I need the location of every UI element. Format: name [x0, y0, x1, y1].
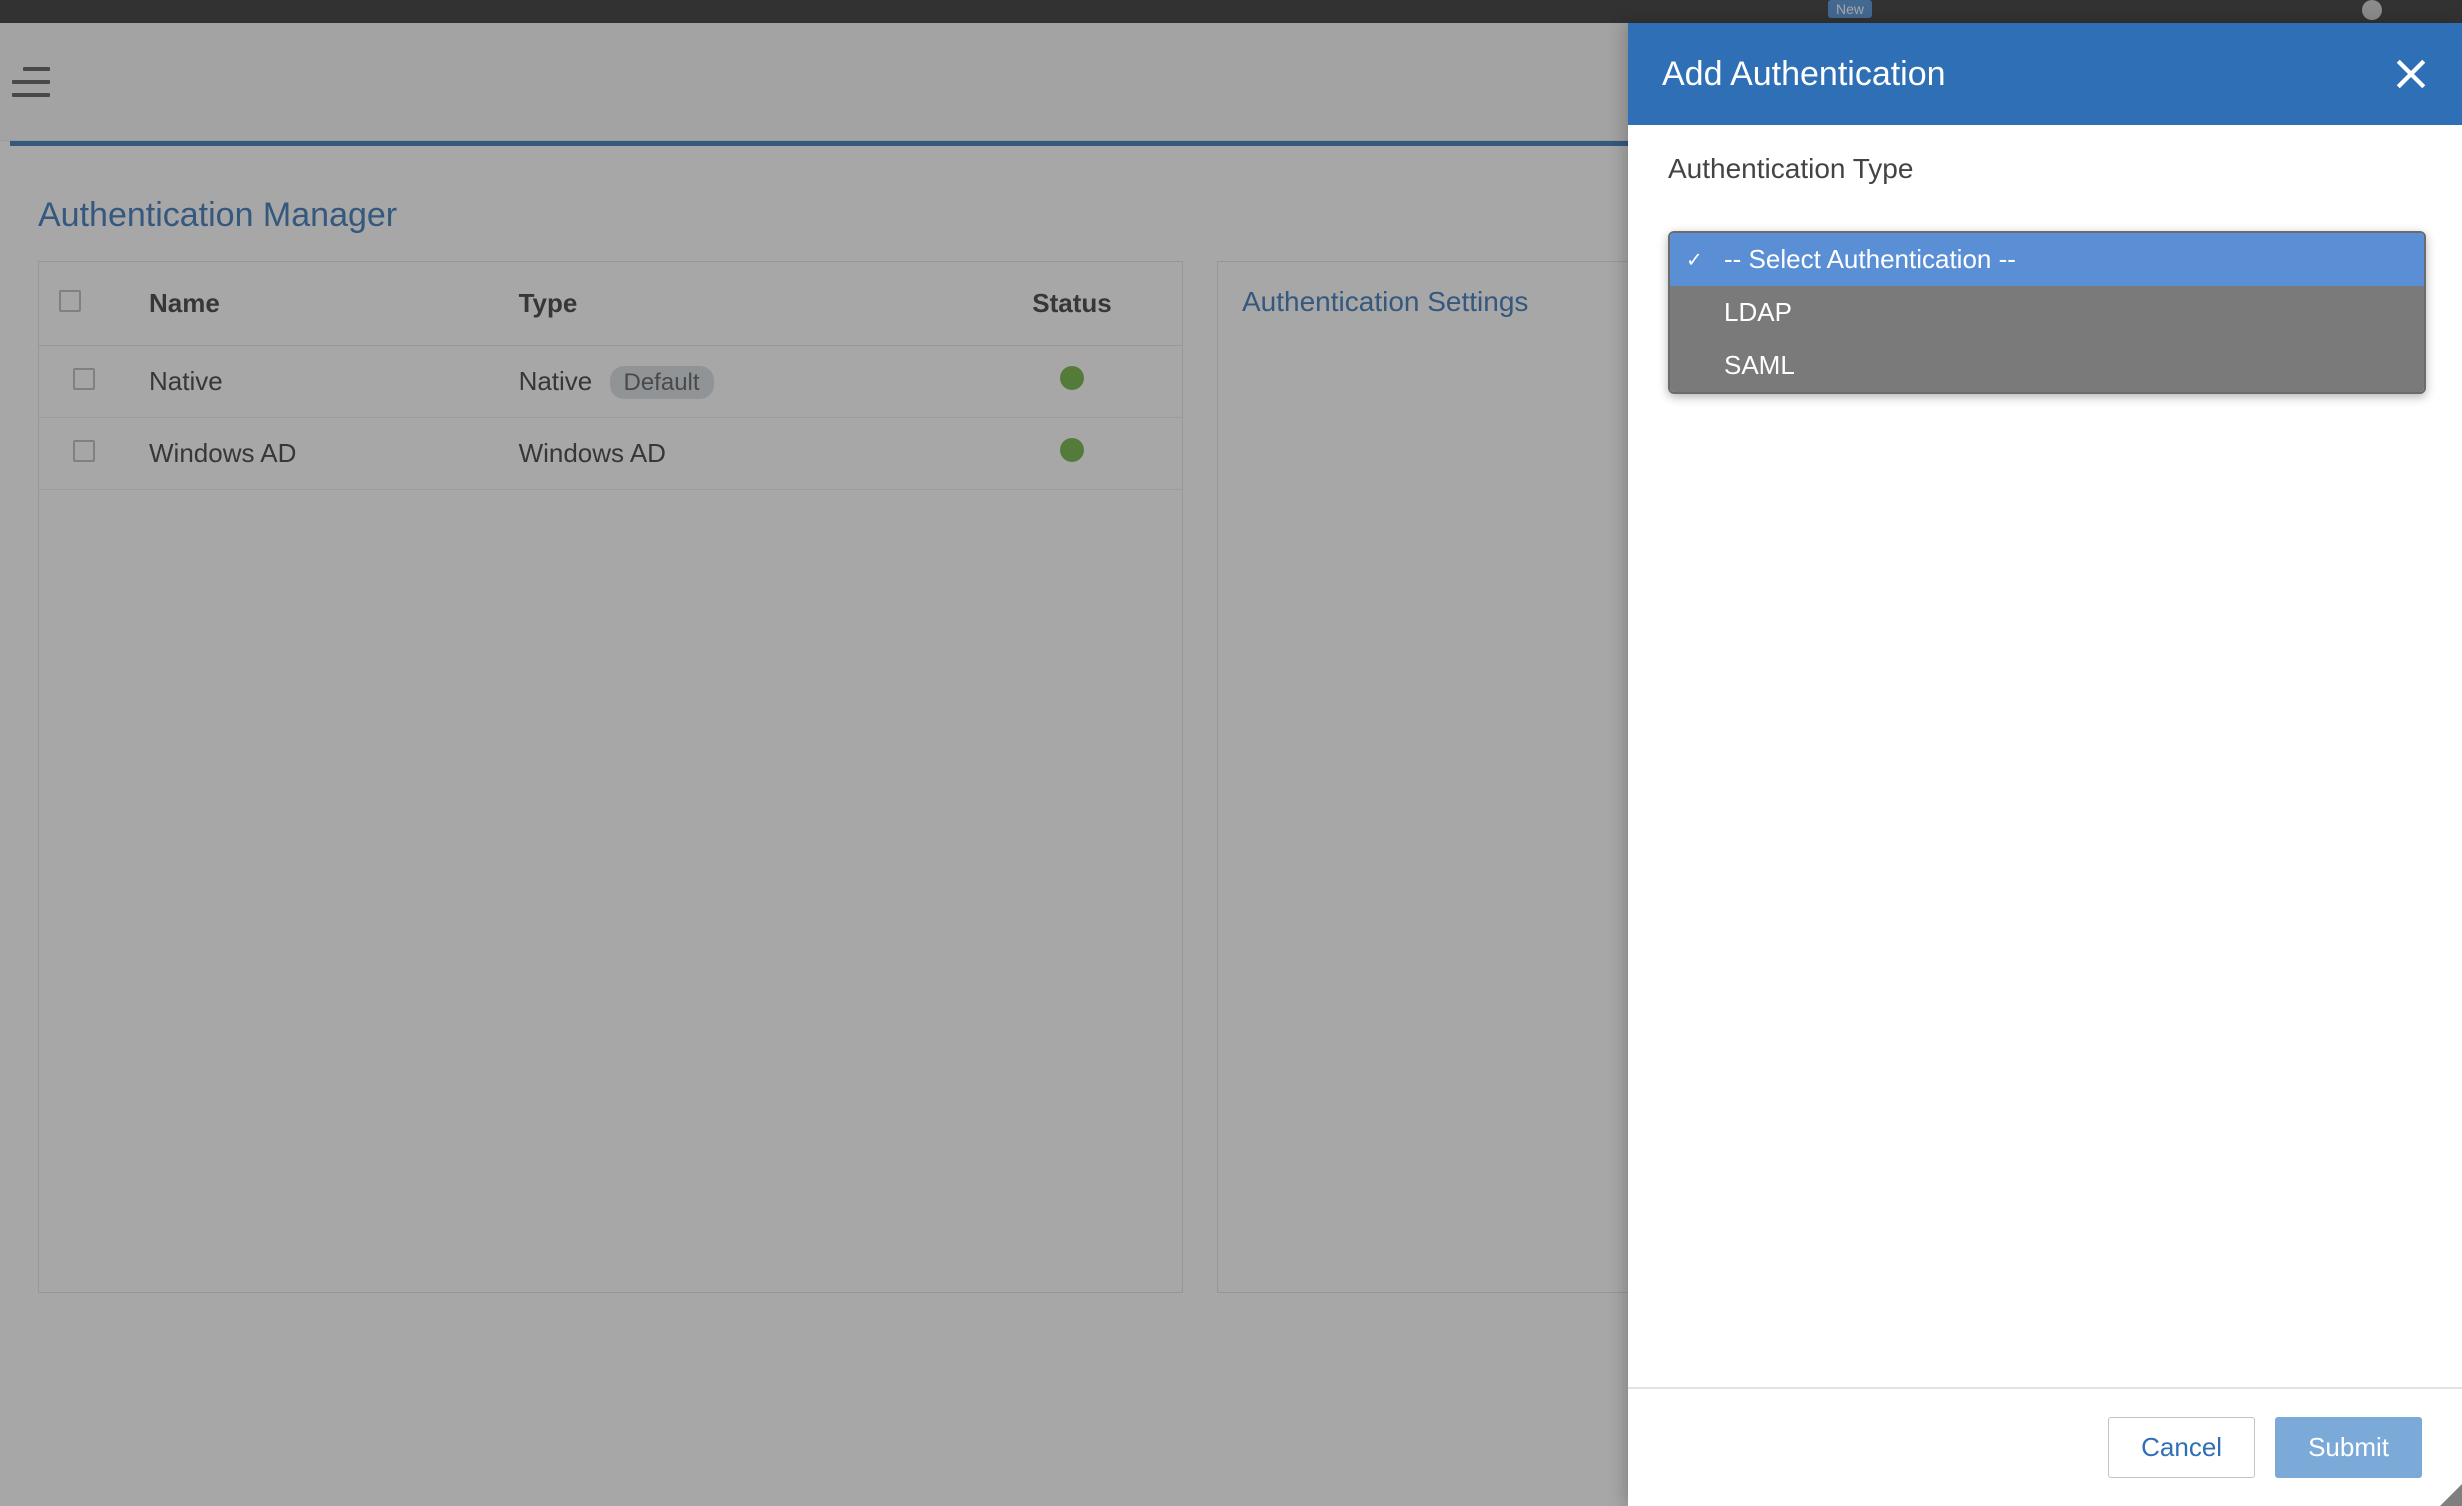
cancel-button[interactable]: Cancel	[2108, 1417, 2255, 1478]
side-panel-header: Add Authentication	[1628, 23, 2462, 125]
auth-type-dropdown[interactable]: ✓ -- Select Authentication -- LDAP SAML	[1668, 231, 2426, 394]
close-icon[interactable]	[2394, 57, 2428, 91]
resize-handle-icon[interactable]	[2440, 1484, 2462, 1506]
auth-type-label: Authentication Type	[1668, 153, 2422, 185]
row-name: Native	[129, 346, 499, 418]
status-indicator-icon	[1060, 438, 1084, 462]
check-icon: ✓	[1686, 247, 1703, 272]
auth-table: Name Type Status Native Native Default	[39, 262, 1182, 490]
browser-chrome: New	[0, 0, 2462, 23]
dropdown-option-placeholder[interactable]: ✓ -- Select Authentication --	[1670, 233, 2424, 286]
dropdown-option-saml[interactable]: SAML	[1670, 339, 2424, 392]
side-panel-footer: Cancel Submit	[1628, 1387, 2462, 1506]
row-type: Windows AD	[499, 418, 962, 490]
side-panel-title: Add Authentication	[1662, 55, 1946, 94]
col-type: Type	[499, 262, 962, 346]
add-auth-side-panel: Add Authentication Authentication Type ✓…	[1628, 23, 2462, 1506]
table-header-row: Name Type Status	[39, 262, 1182, 346]
row-name: Windows AD	[129, 418, 499, 490]
submit-button[interactable]: Submit	[2275, 1417, 2422, 1478]
side-panel-body: Authentication Type ✓ -- Select Authenti…	[1628, 125, 2462, 1387]
col-status: Status	[962, 262, 1182, 346]
select-all-checkbox[interactable]	[59, 290, 81, 312]
status-indicator-icon	[1060, 366, 1084, 390]
auth-table-container: Name Type Status Native Native Default	[38, 261, 1183, 1293]
row-checkbox[interactable]	[73, 440, 95, 462]
table-row[interactable]: Native Native Default	[39, 346, 1182, 418]
dropdown-option-ldap[interactable]: LDAP	[1670, 286, 2424, 339]
col-name: Name	[129, 262, 499, 346]
default-tag: Default	[610, 366, 714, 399]
row-type: Native Default	[499, 346, 962, 418]
menu-icon[interactable]	[12, 67, 50, 97]
row-checkbox[interactable]	[73, 368, 95, 390]
new-badge: New	[1828, 0, 1872, 18]
avatar-icon	[2362, 0, 2382, 20]
table-row[interactable]: Windows AD Windows AD	[39, 418, 1182, 490]
